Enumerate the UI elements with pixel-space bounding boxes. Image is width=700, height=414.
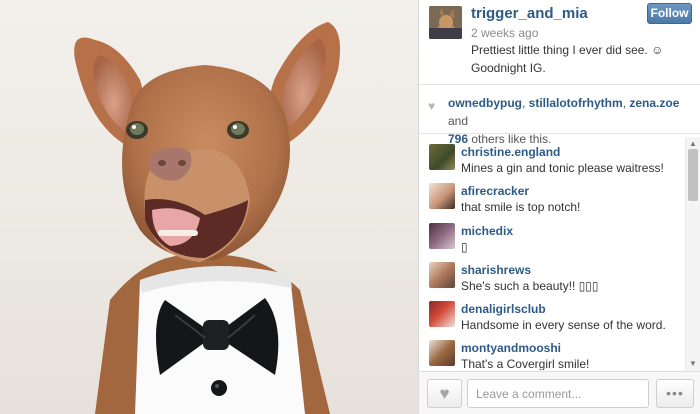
post-caption: Prettiest little thing I ever did see. ☺… <box>471 43 664 75</box>
like-button[interactable]: ♥ <box>427 379 462 408</box>
comment-text: Handsome in every sense of the word. <box>461 318 666 332</box>
commenter-avatar[interactable] <box>429 340 455 366</box>
heart-icon: ♥ <box>428 99 436 113</box>
dog-in-bowtie-image <box>74 22 341 414</box>
likes-separator: , <box>522 96 529 110</box>
likes-summary: ♥ ownedbypug, stillalotofrhythm, zena.zo… <box>419 90 700 146</box>
comment-text: That's a Covergirl smile! <box>461 357 590 370</box>
comment-item: montyandmooshi That's a Covergirl smile! <box>419 337 684 370</box>
liker-username[interactable]: ownedbypug <box>448 96 522 110</box>
commenter-username[interactable]: sharishrews <box>461 263 531 277</box>
comments-scrollbar[interactable]: ▲ ▼ <box>685 137 700 371</box>
commenter-username[interactable]: michedix <box>461 224 513 238</box>
commenter-avatar[interactable] <box>429 301 455 327</box>
comment-text: ▯ <box>461 240 468 254</box>
comment-footer: ♥ ••• <box>419 371 700 414</box>
comment-item: michedix ▯ <box>419 220 684 259</box>
liker-username[interactable]: zena.zoe <box>629 96 679 110</box>
liker-username[interactable]: stillalotofrhythm <box>529 96 623 110</box>
comments-list: christine.england Mines a gin and tonic … <box>419 137 700 370</box>
owner-avatar[interactable] <box>429 6 462 39</box>
comment-item: denaligirlsclub Handsome in every sense … <box>419 298 684 337</box>
heart-icon: ♥ <box>439 384 450 403</box>
comment-item: christine.england Mines a gin and tonic … <box>419 141 684 180</box>
commenter-avatar[interactable] <box>429 223 455 249</box>
scrollbar-thumb[interactable] <box>688 149 698 201</box>
commenter-username[interactable]: afirecracker <box>461 184 529 198</box>
commenter-username[interactable]: montyandmooshi <box>461 341 561 355</box>
ellipsis-icon: ••• <box>666 385 684 401</box>
commenter-username[interactable]: christine.england <box>461 145 560 159</box>
post-timestamp[interactable]: 2 weeks ago <box>471 26 538 40</box>
commenter-avatar[interactable] <box>429 262 455 288</box>
more-options-button[interactable]: ••• <box>656 379 694 408</box>
scroll-up-arrow-icon[interactable]: ▲ <box>689 139 697 148</box>
comment-text: She's such a beauty!! ▯▯▯ <box>461 279 599 293</box>
post-header: trigger_and_mia 2 weeks ago Prettiest li… <box>419 0 700 84</box>
commenter-avatar[interactable] <box>429 183 455 209</box>
commenter-username[interactable]: denaligirlsclub <box>461 302 546 316</box>
scroll-down-arrow-icon[interactable]: ▼ <box>689 359 697 368</box>
likes-and-text: and <box>448 114 469 128</box>
comment-item: afirecracker that smile is top notch! <box>419 180 684 219</box>
comment-text: Mines a gin and tonic please waitress! <box>461 161 664 175</box>
comment-text: that smile is top notch! <box>461 200 581 214</box>
commenter-avatar[interactable] <box>429 144 455 170</box>
likes-divider <box>419 133 700 134</box>
post-photo[interactable] <box>0 0 418 414</box>
header-divider <box>419 84 700 85</box>
follow-button[interactable]: Follow <box>647 3 692 24</box>
post-detail-panel: trigger_and_mia 2 weeks ago Prettiest li… <box>418 0 700 414</box>
owner-username[interactable]: trigger_and_mia <box>471 5 588 22</box>
comment-input[interactable] <box>467 379 649 408</box>
comment-item: sharishrews She's such a beauty!! ▯▯▯ <box>419 259 684 298</box>
